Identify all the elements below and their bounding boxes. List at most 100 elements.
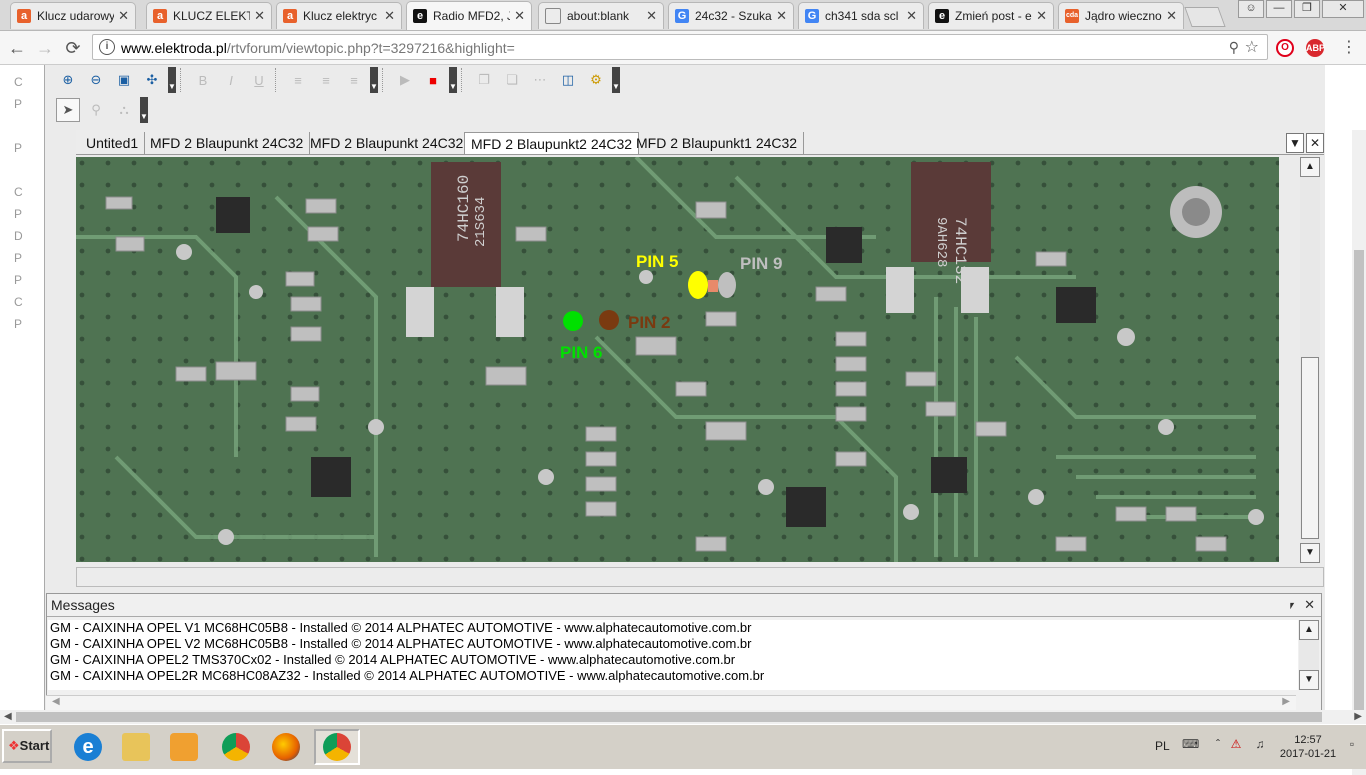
pin-icon[interactable]: ⎖ [1287,594,1297,616]
browser-tab[interactable]: a Klucz elektryc ✕ [276,2,402,29]
close-tab-icon[interactable]: ✕ [646,8,657,24]
close-document-button[interactable]: ✕ [1306,133,1324,153]
user-icon[interactable]: ☺ [1238,0,1264,18]
document-tab[interactable]: MFD 2 Blaupunkt1 24C32 [630,132,805,154]
close-tab-icon[interactable]: ✕ [118,8,129,24]
toolbar-grip[interactable]: ▼ [168,67,176,93]
keyboard-icon[interactable]: ⌨ [1182,737,1199,753]
tab-title: about:blank [567,9,630,23]
browser-tab[interactable]: about:blank ✕ [538,2,664,29]
volume-icon[interactable]: ♫ [1252,737,1268,753]
scroll-right-arrow-icon[interactable]: ▶ [1282,696,1290,707]
close-tab-icon[interactable]: ✕ [384,8,395,24]
scroll-thumb[interactable] [16,712,1322,722]
bookmark-star-icon[interactable]: ☆ [1245,37,1259,57]
browser-tab[interactable]: a KLUCZ ELEKTR ✕ [146,2,272,29]
document-tab[interactable]: MFD 2 Blaupunkt2 24C32 [464,132,640,154]
close-tab-icon[interactable]: ✕ [254,8,265,24]
settings-icon[interactable]: ⚙ [584,68,608,92]
opera-extension-icon[interactable]: O [1276,39,1294,57]
taskbar-media-player[interactable] [164,729,204,765]
image-vertical-scrollbar[interactable]: ▲ ▼ [1300,157,1320,563]
scroll-down-arrow-icon[interactable]: ▼ [1300,543,1320,563]
address-bar[interactable]: i www.elektroda.pl/rtvforum/viewtopic.ph… [92,34,1268,60]
close-tab-icon[interactable]: ✕ [514,8,525,24]
align-right-icon[interactable]: ≡ [342,68,366,92]
underline-icon[interactable]: U [247,68,271,92]
scroll-down-arrow-icon[interactable]: ▼ [1299,670,1319,690]
pcb-photo: 74HC160 21S634 74HC132 9AH628 PIN 5 PIN … [76,157,1279,562]
align-center-icon[interactable]: ≡ [314,68,338,92]
notification-icon[interactable]: ▫ [1344,737,1360,753]
scroll-up-arrow-icon[interactable]: ▲ [1299,620,1319,640]
toolbar-grip[interactable]: ▼ [449,67,457,93]
basket-icon[interactable]: ⛬ [112,98,136,122]
fit-window-icon[interactable]: ▣ [112,68,136,92]
bold-icon[interactable]: B [191,68,215,92]
minimize-button[interactable]: — [1266,0,1292,18]
maximize-button[interactable]: ❐ [1294,0,1320,18]
clock[interactable]: 12:57 2017-01-21 [1278,733,1338,761]
page-horizontal-scrollbar[interactable]: ◀ ▶ [0,710,1366,724]
browser-tab[interactable]: G 24c32 - Szuka ✕ [668,2,794,29]
scroll-thumb[interactable] [1301,357,1319,539]
browser-tab[interactable]: e Radio MFD2, J ✕ [406,1,532,30]
close-panel-icon[interactable]: ✕ [1304,594,1315,616]
toolbar-grip[interactable]: ▼ [370,67,378,93]
scroll-left-arrow-icon[interactable]: ◀ [52,696,60,707]
scroll-left-arrow-icon[interactable]: ◀ [4,711,12,722]
browser-tab[interactable]: e Zmień post - e ✕ [928,2,1054,29]
zoom-out-icon[interactable]: ⊖ [84,68,108,92]
scroll-right-arrow-icon[interactable]: ▶ [1354,711,1362,722]
select-zoom-icon[interactable]: ⚲ [84,98,108,122]
browser-tab[interactable]: a Klucz udarowy ✕ [10,2,136,29]
browser-menu-icon[interactable]: ⋮ [1338,37,1360,59]
network-icon[interactable]: ⚠ [1228,737,1244,753]
taskbar-firefox[interactable] [266,729,306,765]
messages-scrollbar[interactable]: ▲ ▼ [1299,620,1319,690]
play-icon[interactable]: ▶ [393,68,417,92]
scroll-up-arrow-icon[interactable]: ▲ [1300,157,1320,177]
document-tab[interactable]: MFD 2 Blaupunkt 24C32 [144,132,311,154]
adblock-extension-icon[interactable]: ABP [1306,39,1325,57]
actual-size-icon[interactable]: ✣ [140,68,164,92]
taskbar-internet-explorer[interactable]: e [68,729,108,765]
close-window-button[interactable]: ✕ [1322,0,1364,18]
browser-tab[interactable]: cda Jądro wieczno ✕ [1058,2,1184,29]
url-text[interactable]: www.elektroda.pl/rtvforum/viewtopic.php?… [121,40,515,56]
pointer-icon[interactable]: ➤ [56,98,80,122]
messages-horizontal-scrollbar[interactable]: ◀ ▶ [46,695,1296,710]
scroll-thumb[interactable] [1354,250,1364,720]
language-indicator[interactable]: PL [1155,739,1170,753]
copy-icon[interactable]: ❐ [472,68,496,92]
grid-icon[interactable]: ⋯ [528,68,552,92]
paste-icon[interactable]: ❏ [500,68,524,92]
italic-icon[interactable]: I [219,68,243,92]
toolbar-grip[interactable]: ▼ [140,97,148,123]
reload-button[interactable]: ⟳ [62,37,84,59]
tab-list-dropdown[interactable]: ▼ [1286,133,1304,153]
start-button[interactable]: ❖Start [2,729,52,763]
page-vertical-scrollbar[interactable] [1352,130,1366,775]
taskbar-explorer[interactable] [116,729,156,765]
toolbar-grip[interactable]: ▼ [612,67,620,93]
stop-icon[interactable]: ■ [421,68,445,92]
forward-button[interactable]: → [34,37,56,59]
close-tab-icon[interactable]: ✕ [776,8,787,24]
zoom-in-icon[interactable]: ⊕ [56,68,80,92]
taskbar-chrome-active[interactable] [314,729,360,765]
taskbar-chrome[interactable] [216,729,256,765]
close-tab-icon[interactable]: ✕ [1036,8,1047,24]
close-tab-icon[interactable]: ✕ [1166,8,1177,24]
align-left-icon[interactable]: ≡ [286,68,310,92]
zoom-icon[interactable]: ⚲ [1229,39,1239,56]
back-button[interactable]: ← [6,37,28,59]
window-icon[interactable]: ◫ [556,68,580,92]
new-tab-button[interactable] [1184,7,1226,27]
tray-expand-icon[interactable]: ˆ [1210,737,1226,753]
info-icon[interactable]: i [99,39,115,55]
document-tab[interactable]: Untited1 [80,132,146,154]
close-tab-icon[interactable]: ✕ [906,8,917,24]
document-tab[interactable]: MFD 2 Blaupunkt 24C32 [304,132,471,154]
browser-tab[interactable]: Gch341 sda scl ✕ [798,2,924,29]
